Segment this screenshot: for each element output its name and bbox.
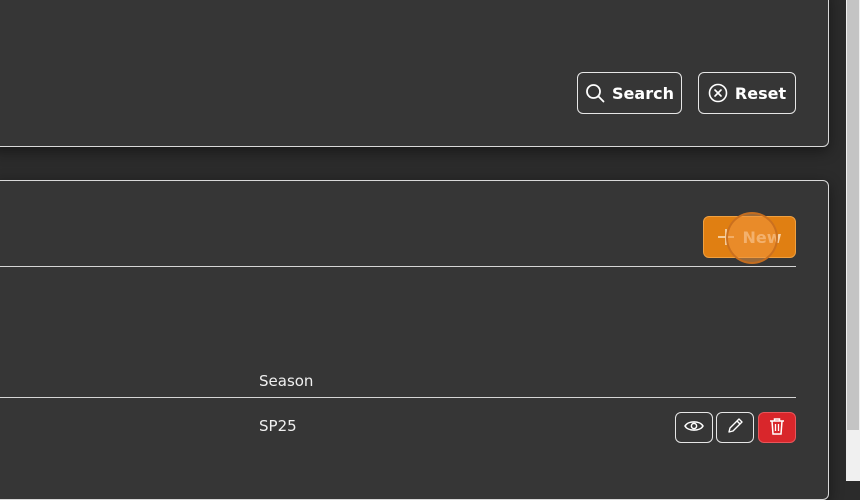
table-header-divider bbox=[0, 397, 796, 398]
toolbar-divider bbox=[0, 266, 796, 267]
view-button[interactable] bbox=[675, 412, 713, 443]
close-circle-icon bbox=[708, 83, 728, 103]
column-header-season[interactable]: Season bbox=[259, 372, 313, 390]
new-button[interactable]: New bbox=[703, 216, 796, 258]
reset-button-label: Reset bbox=[734, 83, 787, 103]
search-button-label: Search bbox=[612, 83, 674, 103]
search-icon bbox=[585, 83, 605, 103]
vertical-scrollbar-thumb[interactable] bbox=[847, 0, 859, 430]
search-button[interactable]: Search bbox=[577, 72, 682, 114]
new-button-label: New bbox=[742, 227, 782, 247]
reset-button[interactable]: Reset bbox=[698, 72, 796, 114]
plus-icon bbox=[717, 228, 735, 246]
trash-icon bbox=[769, 417, 785, 438]
edit-button[interactable] bbox=[716, 412, 754, 443]
pencil-icon bbox=[726, 417, 744, 438]
delete-button[interactable] bbox=[758, 412, 796, 443]
cell-season: SP25 bbox=[259, 417, 297, 435]
eye-icon bbox=[684, 419, 704, 436]
